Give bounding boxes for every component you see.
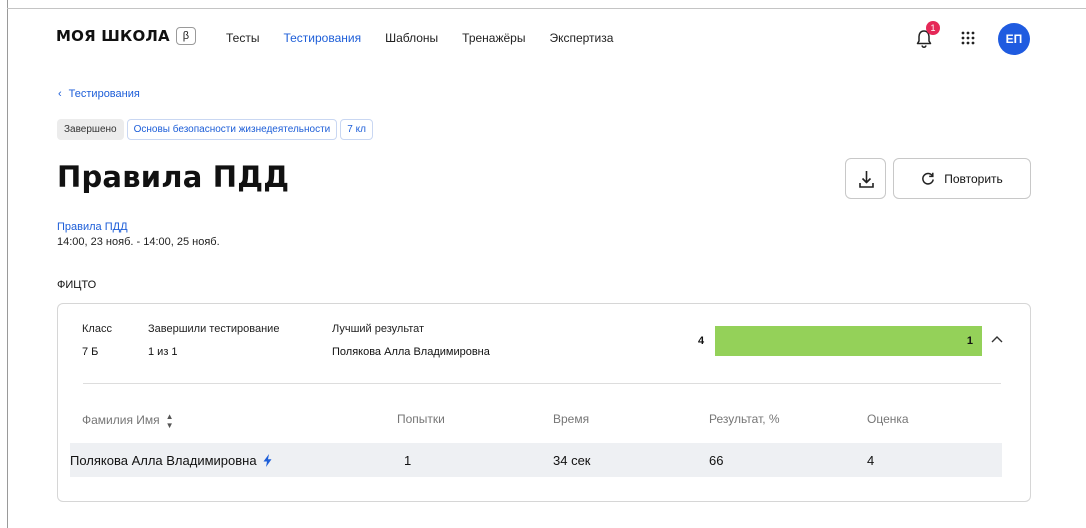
class-label: Класс [82,323,112,335]
best-result-label: Лучший результат [332,323,425,335]
grade-cell: 4 [867,453,875,468]
nav-templates[interactable]: Шаблоны [385,31,438,45]
window-frame-left [7,0,8,528]
student-name-cell: Полякова Алла Владимировна [70,453,272,468]
status-badge: Завершено [57,119,124,140]
col-name-header[interactable]: Фамилия Имя ▲ ▼ [82,412,174,430]
user-avatar[interactable]: ЕП [998,23,1030,55]
grade-bar-count: 1 [966,335,973,347]
col-attempts-header: Попытки [397,412,445,426]
completed-value: 1 из 1 [148,346,178,358]
grade-distribution-bar: 1 [715,326,982,356]
subject-tag[interactable]: Основы безопасности жизнедеятельности [126,119,338,140]
repeat-button-label: Повторить [944,171,1003,186]
tag-list: Завершено Основы безопасности жизнедеяте… [57,119,373,140]
page-title: Правила ПДД [57,160,290,194]
col-result-header: Результат, % [709,412,780,426]
grade-bar-label: 4 [698,335,705,347]
card-divider [83,383,1001,384]
test-template-link[interactable]: Правила ПДД [57,221,128,233]
logo[interactable]: МОЯ ШКОЛА β [56,27,196,45]
notification-badge: 1 [926,21,940,35]
chevron-up-icon[interactable] [990,334,1004,344]
result-cell: 66 [709,453,724,468]
nav-expertise[interactable]: Экспертиза [549,31,613,45]
nav-tests[interactable]: Тесты [226,31,259,45]
class-results-card: Класс 7 Б Завершили тестирование 1 из 1 … [57,303,1031,502]
group-name: ФИЦТО [57,279,97,291]
nav-trainers[interactable]: Тренажёры [462,31,525,45]
repeat-button[interactable]: Повторить [893,158,1031,199]
grade-tag[interactable]: 7 кл [340,119,373,140]
chevron-left-icon: ‹ [58,88,62,100]
apps-grid-icon[interactable] [961,31,975,45]
top-header: МОЯ ШКОЛА β Тесты Тестирования Шаблоны Т… [8,9,1086,69]
best-result-value: Полякова Алла Владимировна [332,346,490,358]
breadcrumb-label: Тестирования [68,88,140,100]
main-nav: Тесты Тестирования Шаблоны Тренажёры Экс… [226,31,637,45]
table-row[interactable]: Полякова Алла Владимировна 1 34 сек 66 4 [70,443,1002,477]
student-name: Полякова Алла Владимировна [70,453,257,468]
download-button[interactable] [845,158,886,199]
logo-text: МОЯ ШКОЛА [56,27,170,45]
col-name-label: Фамилия Имя [82,413,160,428]
time-cell: 34 сек [553,453,591,468]
download-icon [859,171,874,188]
class-value: 7 Б [82,346,99,358]
breadcrumb-back-link[interactable]: ‹ Тестирования [58,88,140,100]
completed-label: Завершили тестирование [148,323,280,335]
lightning-icon [263,454,272,467]
nav-testings[interactable]: Тестирования [283,31,361,45]
refresh-icon [922,172,935,185]
testing-dates: 14:00, 23 нояб. - 14:00, 25 нояб. [57,236,220,248]
col-time-header: Время [553,412,590,426]
sort-icon[interactable]: ▲ ▼ [166,412,174,430]
col-grade-header: Оценка [867,412,909,426]
attempts-cell: 1 [404,453,412,468]
grade-bar-fill [715,326,982,356]
beta-badge: β [175,27,196,45]
